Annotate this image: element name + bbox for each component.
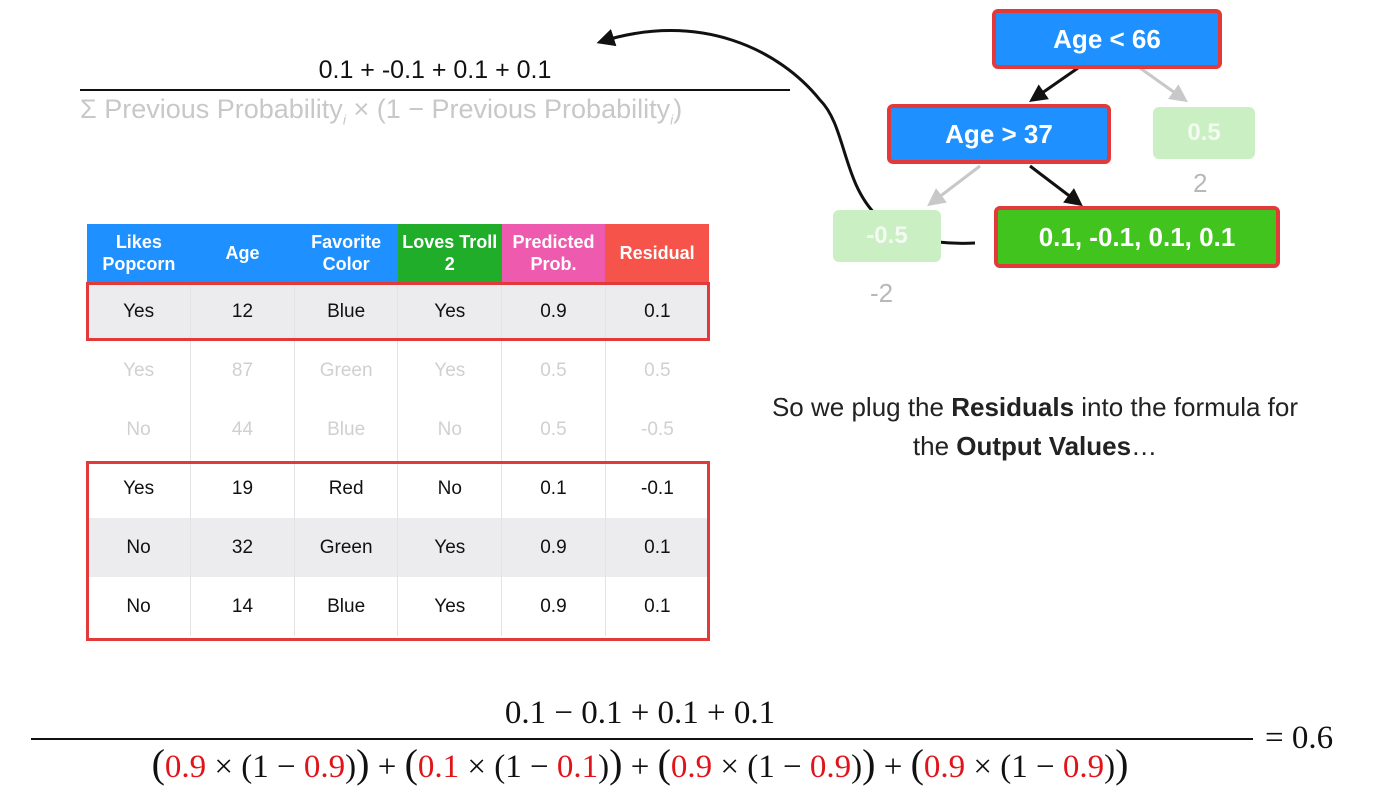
cell: Yes bbox=[397, 341, 503, 400]
header-likes-popcorn: Likes Popcorn bbox=[87, 224, 191, 282]
paren-close-inner: ) bbox=[1104, 749, 1116, 785]
header-age: Age bbox=[190, 224, 295, 282]
table-header-row: Likes Popcorn Age Favorite Color Loves T… bbox=[87, 224, 709, 282]
cell: 44 bbox=[190, 400, 295, 459]
times-text: × (1 − bbox=[712, 749, 810, 785]
cell: 0.5 bbox=[644, 359, 671, 381]
note-text-1: So we plug the bbox=[771, 392, 952, 422]
term4-q: 0.9 bbox=[1062, 749, 1105, 785]
table-row: Yes 87 Green Yes 0.5 0.5 bbox=[87, 341, 709, 400]
cell: No bbox=[397, 400, 503, 459]
header-predicted-prob: Predicted Prob. bbox=[501, 224, 606, 282]
note-bold-output-values: Output Values bbox=[956, 431, 1132, 461]
tree-root-node: Age < 66 bbox=[992, 9, 1222, 69]
term2-p: 0.1 bbox=[417, 749, 460, 785]
cell: 87 bbox=[190, 341, 295, 400]
term1-q: 0.9 bbox=[303, 749, 346, 785]
tree-left-leaf: -0.5 bbox=[833, 210, 941, 262]
cell: Green bbox=[294, 341, 399, 400]
paren-open: ( bbox=[657, 741, 671, 786]
cell: 0.5 bbox=[501, 341, 606, 400]
plus-text: + bbox=[875, 749, 911, 785]
term3-p: 0.9 bbox=[670, 749, 713, 785]
tree-residual-leaf: 0.1, -0.1, 0.1, 0.1 bbox=[994, 206, 1280, 268]
cell: -0.5 bbox=[641, 418, 674, 440]
tree-age37-node: Age > 37 bbox=[887, 104, 1111, 164]
paren-close: ) bbox=[356, 741, 370, 786]
edge-age37-to-left-leaf bbox=[927, 164, 981, 207]
highlight-box-row1 bbox=[86, 282, 710, 341]
plus-text: + bbox=[369, 749, 405, 785]
cell: 0.5 bbox=[501, 400, 606, 459]
cell: No bbox=[87, 400, 192, 459]
header-residual: Residual bbox=[605, 224, 709, 282]
paren-close-inner: ) bbox=[345, 749, 357, 785]
paren-close-inner: ) bbox=[598, 749, 610, 785]
term1-p: 0.9 bbox=[164, 749, 207, 785]
term2-q: 0.1 bbox=[556, 749, 599, 785]
explanation-text: So we plug the Residuals into the formul… bbox=[760, 388, 1310, 466]
tree-left-leaf-label: -2 bbox=[870, 278, 894, 308]
times-text: × (1 − bbox=[965, 749, 1063, 785]
paren-open: ( bbox=[151, 741, 165, 786]
note-bold-residuals: Residuals bbox=[951, 392, 1075, 422]
header-favorite-color: Favorite Color bbox=[294, 224, 398, 282]
paren-open: ( bbox=[910, 741, 924, 786]
note-text-3: … bbox=[1131, 431, 1158, 461]
tree-right-leaf: 0.5 bbox=[1153, 107, 1255, 159]
paren-open: ( bbox=[404, 741, 418, 786]
term4-p: 0.9 bbox=[923, 749, 966, 785]
paren-close: ) bbox=[609, 741, 623, 786]
times-text: × (1 − bbox=[206, 749, 304, 785]
highlight-box-rows-4-6 bbox=[86, 461, 710, 641]
table-row: No 44 Blue No 0.5 -0.5 bbox=[87, 400, 709, 459]
bottom-formula: 0.1 − 0.1 + 0.1 + 0.1 (0.9 × (1 − 0.9)) … bbox=[0, 695, 1382, 790]
tree-right-leaf-label: 2 bbox=[1193, 168, 1208, 198]
times-text: × (1 − bbox=[459, 749, 557, 785]
plus-text: + bbox=[622, 749, 658, 785]
cell: Yes bbox=[87, 341, 192, 400]
bottom-formula-denominator: (0.9 × (1 − 0.9)) + (0.1 × (1 − 0.1)) + … bbox=[20, 740, 1260, 787]
cell: Blue bbox=[294, 400, 399, 459]
paren-close: ) bbox=[862, 741, 876, 786]
paren-close: ) bbox=[1115, 741, 1129, 786]
edge-root-to-age37 bbox=[1029, 66, 1079, 103]
term3-q: 0.9 bbox=[809, 749, 852, 785]
bottom-formula-numerator: 0.1 − 0.1 + 0.1 + 0.1 bbox=[504, 695, 776, 731]
paren-close-inner: ) bbox=[851, 749, 863, 785]
edge-root-to-right-leaf bbox=[1139, 66, 1188, 103]
bottom-formula-result: = 0.6 bbox=[1265, 720, 1334, 756]
header-loves-troll2: Loves Troll 2 bbox=[397, 224, 502, 282]
edge-age37-to-residual-leaf bbox=[1029, 164, 1083, 207]
